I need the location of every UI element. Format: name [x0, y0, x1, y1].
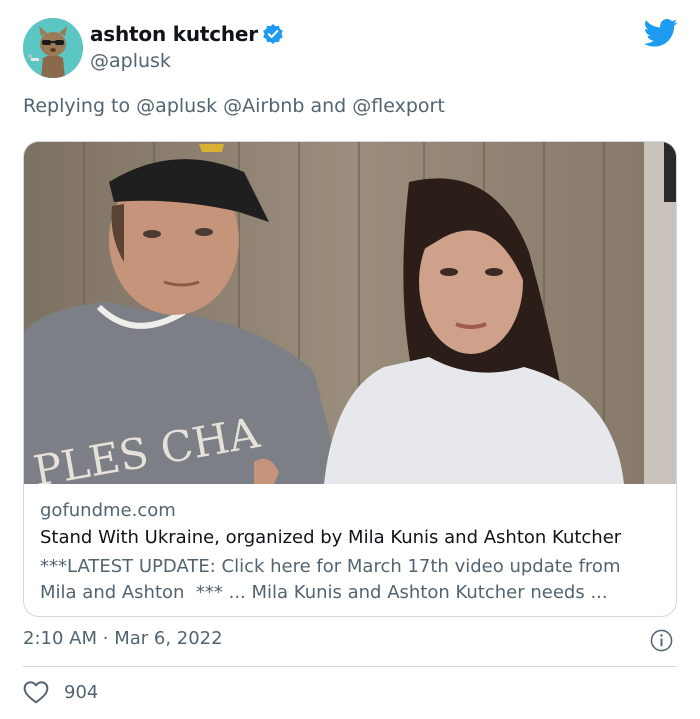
author-display-name[interactable]: ashton kutcher	[90, 22, 258, 46]
verified-badge-icon	[262, 23, 284, 45]
tweet-time: 2:10 AM	[23, 628, 97, 649]
divider	[23, 666, 677, 667]
link-preview-card[interactable]: PLES CHA gofundme.com Stand With Ukraine…	[23, 141, 677, 617]
reply-prefix: Replying to	[23, 95, 131, 117]
author-name-row[interactable]: ashton kutcher	[90, 22, 284, 46]
twitter-bird-icon[interactable]	[643, 18, 678, 48]
avatar-cartoon-icon	[23, 18, 83, 78]
reply-conjunction: and	[310, 95, 347, 117]
mention-aplusk[interactable]: @aplusk	[136, 95, 217, 117]
link-preview-image[interactable]: PLES CHA	[24, 142, 676, 484]
like-button[interactable]: 904	[23, 680, 98, 704]
link-description-line-2: Mila and Ashton *** ... Mila Kunis and A…	[40, 582, 608, 603]
link-title: Stand With Ukraine, organized by Mila Ku…	[40, 527, 622, 548]
link-description: ***LATEST UPDATE: Click here for March 1…	[40, 554, 664, 606]
like-count: 904	[64, 681, 99, 703]
tweet-card: ashton kutcher @aplusk Replying to @aplu…	[0, 0, 700, 719]
info-icon[interactable]	[650, 629, 673, 652]
timestamp-separator: ·	[102, 628, 109, 649]
reply-context: Replying to @aplusk @Airbnb and @flexpor…	[23, 95, 445, 117]
link-domain: gofundme.com	[40, 500, 176, 521]
tweet-date: Mar 6, 2022	[114, 628, 223, 649]
mention-flexport[interactable]: @flexport	[352, 95, 445, 117]
avatar[interactable]	[23, 18, 83, 78]
link-description-line-1: ***LATEST UPDATE: Click here for March 1…	[40, 556, 621, 577]
author-handle[interactable]: @aplusk	[90, 50, 171, 72]
tweet-timestamp[interactable]: 2:10 AM · Mar 6, 2022	[23, 628, 223, 649]
heart-icon[interactable]	[23, 680, 49, 704]
link-card-body[interactable]: gofundme.com Stand With Ukraine, organiz…	[40, 500, 664, 606]
mention-airbnb[interactable]: @Airbnb	[223, 95, 304, 117]
